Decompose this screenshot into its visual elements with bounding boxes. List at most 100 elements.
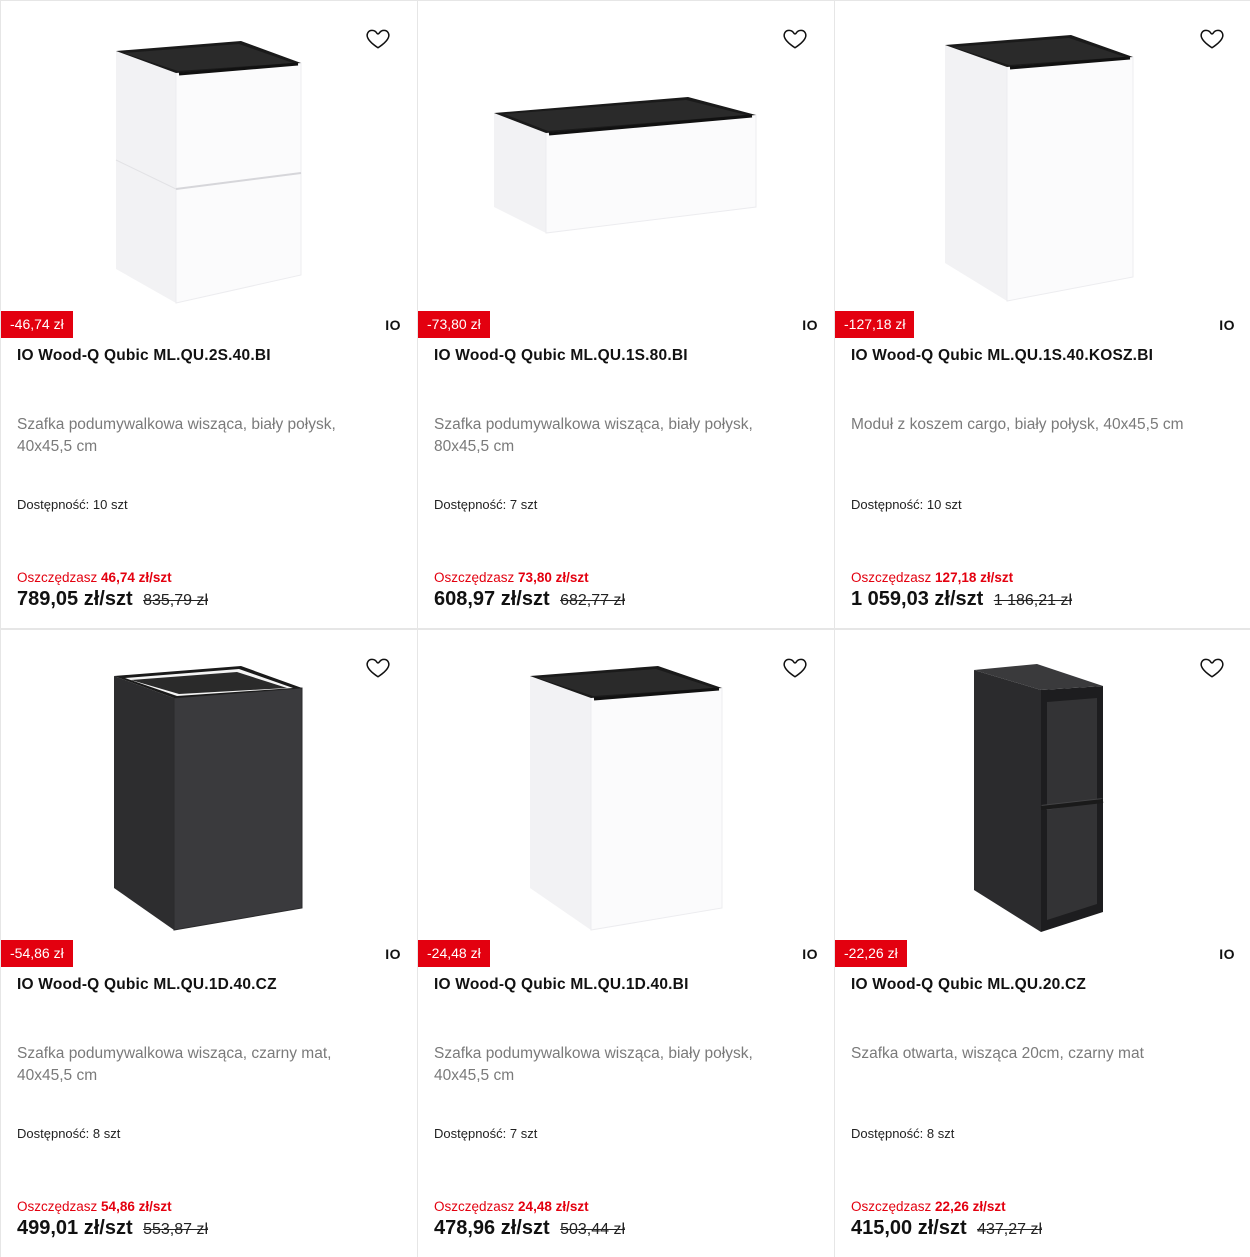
product-grid: -46,74 zł IO IO Wood-Q Qubic ML.QU.2S.40… bbox=[0, 0, 1250, 1257]
savings-label: Oszczędzasz bbox=[434, 570, 515, 585]
price-row: 478,96 zł/szt 503,44 zł bbox=[434, 1217, 625, 1240]
product-title[interactable]: IO Wood-Q Qubic ML.QU.1S.80.BI bbox=[434, 347, 818, 365]
product-title[interactable]: IO Wood-Q Qubic ML.QU.20.CZ bbox=[851, 976, 1235, 994]
discount-badge: -54,86 zł bbox=[1, 940, 73, 967]
availability-value: 8 szt bbox=[926, 1126, 955, 1141]
savings-amount: 73,80 zł/szt bbox=[518, 570, 589, 585]
discount-badge: -127,18 zł bbox=[835, 311, 915, 338]
black-door-cabinet-image bbox=[114, 666, 303, 931]
product-title[interactable]: IO Wood-Q Qubic ML.QU.1D.40.CZ bbox=[17, 976, 401, 994]
brand-label: IO bbox=[802, 946, 818, 962]
product-title[interactable]: IO Wood-Q Qubic ML.QU.1D.40.BI bbox=[434, 976, 818, 994]
savings-amount: 24,48 zł/szt bbox=[518, 1199, 589, 1214]
white-two-drawer-cabinet-image bbox=[115, 41, 302, 304]
savings-text: Oszczędzasz 54,86 zł/szt bbox=[17, 1199, 172, 1214]
product-description: Szafka podumywalkowa wisząca, biały poły… bbox=[434, 1045, 753, 1084]
availability-value: 10 szt bbox=[92, 497, 128, 512]
current-price: 1 059,03 zł/szt bbox=[851, 588, 984, 610]
savings-amount: 54,86 zł/szt bbox=[101, 1199, 172, 1214]
availability-value: 8 szt bbox=[92, 1126, 121, 1141]
savings-label: Oszczędzasz bbox=[17, 570, 98, 585]
product-image[interactable] bbox=[418, 1, 834, 311]
old-price: 1 186,21 zł bbox=[993, 592, 1073, 609]
availability: Dostępność: 10 szt bbox=[851, 497, 962, 512]
product-card[interactable]: -24,48 zł IO IO Wood-Q Qubic ML.QU.1D.40… bbox=[418, 630, 834, 1257]
availability: Dostępność: 8 szt bbox=[851, 1126, 954, 1141]
availability: Dostępność: 7 szt bbox=[434, 497, 537, 512]
price-row: 1 059,03 zł/szt 1 186,21 zł bbox=[851, 588, 1072, 611]
product-image[interactable] bbox=[1, 1, 417, 311]
brand-label: IO bbox=[802, 317, 818, 333]
current-price: 478,96 zł/szt bbox=[434, 1217, 550, 1239]
discount-badge: -24,48 zł bbox=[418, 940, 490, 967]
brand-label: IO bbox=[1219, 317, 1235, 333]
product-description: Szafka podumywalkowa wisząca, czarny mat… bbox=[17, 1045, 332, 1084]
savings-text: Oszczędzasz 46,74 zł/szt bbox=[17, 570, 172, 585]
product-description: Szafka otwarta, wisząca 20cm, czarny mat bbox=[851, 1045, 1144, 1062]
price-row: 789,05 zł/szt 835,79 zł bbox=[17, 588, 208, 611]
product-description: Szafka podumywalkowa wisząca, biały poły… bbox=[434, 416, 753, 455]
savings-text: Oszczędzasz 127,18 zł/szt bbox=[851, 570, 1013, 585]
current-price: 789,05 zł/szt bbox=[17, 588, 133, 610]
brand-label: IO bbox=[385, 946, 401, 962]
availability-label: Dostępność: bbox=[851, 1126, 924, 1141]
heart-icon[interactable] bbox=[782, 654, 808, 680]
savings-amount: 46,74 zł/szt bbox=[101, 570, 172, 585]
white-door-cabinet-image bbox=[530, 666, 723, 931]
product-title[interactable]: IO Wood-Q Qubic ML.QU.2S.40.BI bbox=[17, 347, 401, 365]
current-price: 499,01 zł/szt bbox=[17, 1217, 133, 1239]
heart-icon[interactable] bbox=[365, 25, 391, 51]
savings-text: Oszczędzasz 24,48 zł/szt bbox=[434, 1199, 589, 1214]
availability-label: Dostępność: bbox=[17, 1126, 90, 1141]
old-price: 553,87 zł bbox=[143, 1221, 209, 1238]
savings-amount: 22,26 zł/szt bbox=[935, 1199, 1006, 1214]
availability-label: Dostępność: bbox=[17, 497, 90, 512]
product-card[interactable]: -22,26 zł IO IO Wood-Q Qubic ML.QU.20.CZ… bbox=[835, 630, 1250, 1257]
product-description: Szafka podumywalkowa wisząca, biały poły… bbox=[17, 416, 336, 455]
savings-text: Oszczędzasz 73,80 zł/szt bbox=[434, 570, 589, 585]
discount-badge: -22,26 zł bbox=[835, 940, 907, 967]
heart-icon[interactable] bbox=[782, 25, 808, 51]
current-price: 608,97 zł/szt bbox=[434, 588, 550, 610]
availability: Dostępność: 7 szt bbox=[434, 1126, 537, 1141]
savings-text: Oszczędzasz 22,26 zł/szt bbox=[851, 1199, 1006, 1214]
savings-label: Oszczędzasz bbox=[851, 570, 932, 585]
current-price: 415,00 zł/szt bbox=[851, 1217, 967, 1239]
product-image[interactable] bbox=[835, 1, 1250, 311]
white-tall-cargo-cabinet-image bbox=[945, 35, 1134, 302]
availability-value: 7 szt bbox=[509, 497, 538, 512]
availability-value: 7 szt bbox=[509, 1126, 538, 1141]
product-card[interactable]: -54,86 zł IO IO Wood-Q Qubic ML.QU.1D.40… bbox=[1, 630, 417, 1257]
product-image[interactable] bbox=[418, 630, 834, 940]
product-image[interactable] bbox=[835, 630, 1250, 940]
black-open-shelf-cabinet-image bbox=[974, 664, 1104, 932]
availability-value: 10 szt bbox=[926, 497, 962, 512]
product-card[interactable]: -127,18 zł IO IO Wood-Q Qubic ML.QU.1S.4… bbox=[835, 1, 1250, 628]
old-price: 835,79 zł bbox=[143, 592, 209, 609]
price-row: 608,97 zł/szt 682,77 zł bbox=[434, 588, 625, 611]
brand-label: IO bbox=[385, 317, 401, 333]
availability-label: Dostępność: bbox=[434, 497, 507, 512]
product-title[interactable]: IO Wood-Q Qubic ML.QU.1S.40.KOSZ.BI bbox=[851, 347, 1235, 365]
heart-icon[interactable] bbox=[365, 654, 391, 680]
availability: Dostępność: 10 szt bbox=[17, 497, 128, 512]
savings-label: Oszczędzasz bbox=[851, 1199, 932, 1214]
savings-label: Oszczędzasz bbox=[17, 1199, 98, 1214]
heart-icon[interactable] bbox=[1199, 654, 1225, 680]
heart-icon[interactable] bbox=[1199, 25, 1225, 51]
old-price: 682,77 zł bbox=[560, 592, 626, 609]
product-description: Moduł z koszem cargo, biały połysk, 40x4… bbox=[851, 416, 1184, 433]
product-card[interactable]: -46,74 zł IO IO Wood-Q Qubic ML.QU.2S.40… bbox=[1, 1, 417, 628]
old-price: 437,27 zł bbox=[977, 1221, 1043, 1238]
savings-amount: 127,18 zł/szt bbox=[935, 570, 1014, 585]
product-card[interactable]: -73,80 zł IO IO Wood-Q Qubic ML.QU.1S.80… bbox=[418, 1, 834, 628]
availability-label: Dostępność: bbox=[851, 497, 924, 512]
discount-badge: -73,80 zł bbox=[418, 311, 490, 338]
price-row: 415,00 zł/szt 437,27 zł bbox=[851, 1217, 1042, 1240]
discount-badge: -46,74 zł bbox=[1, 311, 73, 338]
product-image[interactable] bbox=[1, 630, 417, 940]
savings-label: Oszczędzasz bbox=[434, 1199, 515, 1214]
price-row: 499,01 zł/szt 553,87 zł bbox=[17, 1217, 208, 1240]
white-wide-drawer-cabinet-image bbox=[494, 97, 757, 234]
availability: Dostępność: 8 szt bbox=[17, 1126, 120, 1141]
